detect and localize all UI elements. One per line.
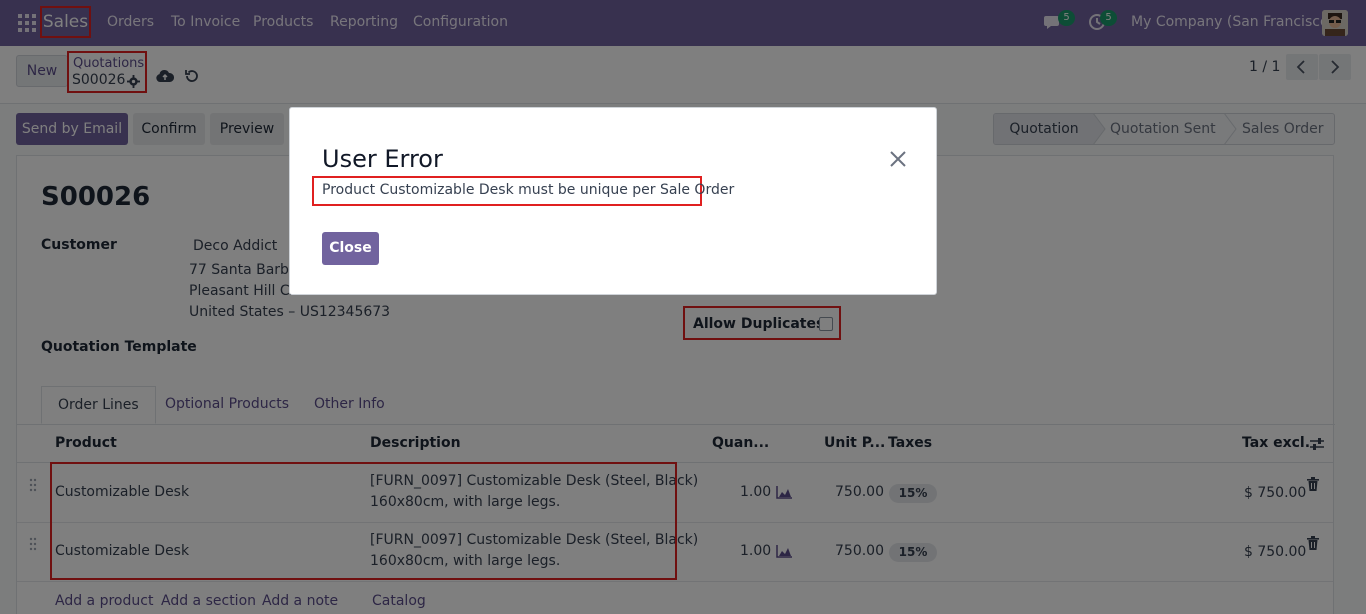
close-icon[interactable] <box>888 149 908 169</box>
close-button[interactable]: Close <box>322 232 379 265</box>
dialog-title: User Error <box>322 145 443 173</box>
error-message-highlight: Product Customizable Desk must be unique… <box>312 176 734 206</box>
error-message: Product Customizable Desk must be unique… <box>322 182 735 198</box>
modal-backdrop[interactable] <box>0 0 1366 614</box>
user-error-dialog: User Error Product Customizable Desk mus… <box>289 107 937 295</box>
